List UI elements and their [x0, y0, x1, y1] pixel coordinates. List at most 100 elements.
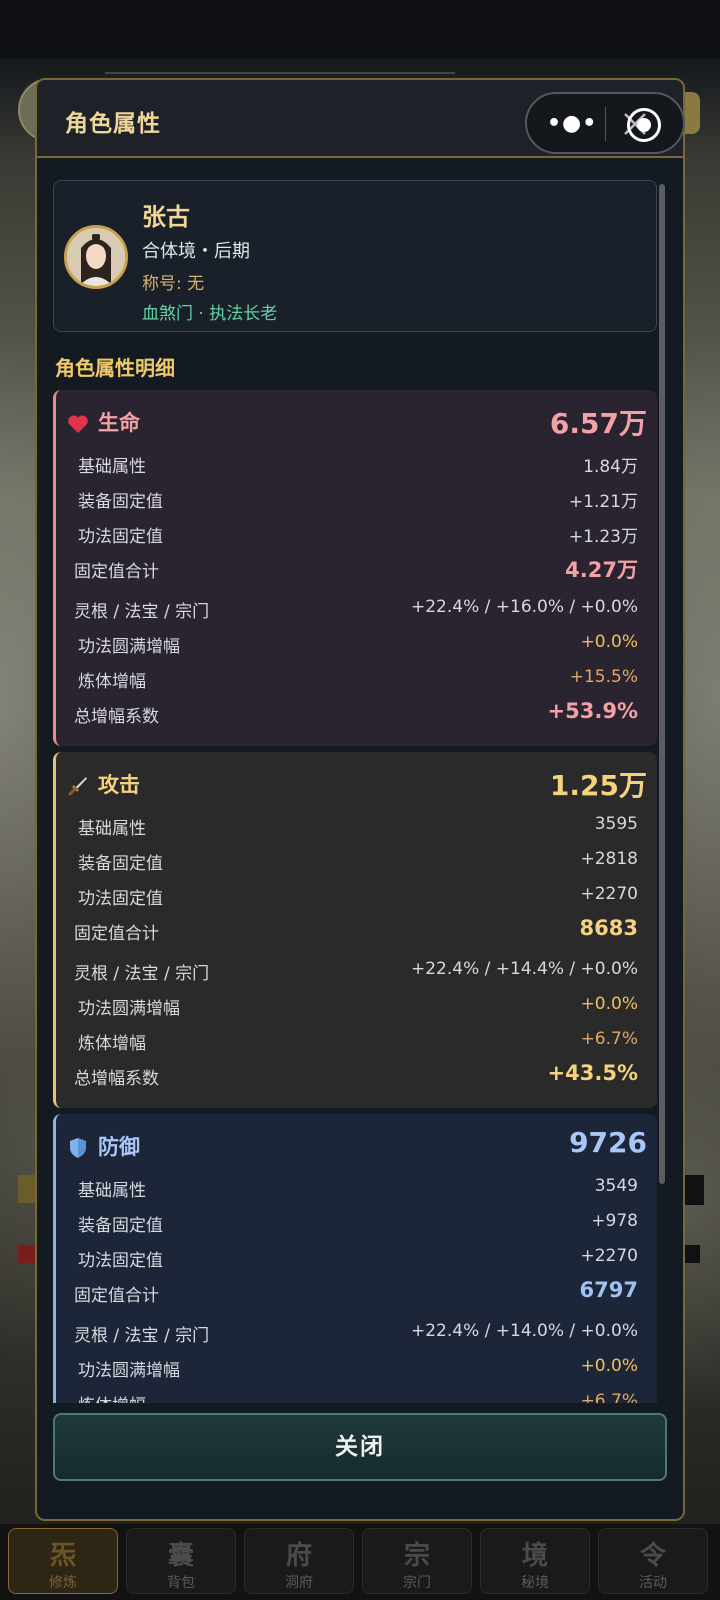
nav-label: 洞府 — [285, 1575, 313, 1591]
nav-label: 秘境 — [521, 1575, 549, 1591]
stat-row-total: 总增幅系数 +43.5% — [56, 1058, 638, 1092]
row-label: 装备固定值 — [78, 492, 163, 512]
background-bar — [684, 1175, 704, 1205]
row-value: +22.4% / +14.0% / +0.0% — [410, 1321, 638, 1341]
row-label: 炼体增幅 — [78, 1034, 146, 1054]
row-value: 6797 — [579, 1278, 638, 1302]
stat-row: 基础属性 1.84万 — [56, 446, 638, 480]
stat-row: 基础属性 3595 — [56, 808, 638, 842]
miniprogram-capsule: •●• — [525, 92, 685, 154]
row-value: 4.27万 — [565, 558, 638, 582]
close-button[interactable]: 关闭 — [53, 1413, 667, 1481]
stat-row: 炼体增幅 +15.5% — [56, 661, 638, 695]
row-value: +1.23万 — [568, 527, 638, 547]
attribute-modal: 角色属性 张古 合体境・后期 称号: 无 血煞门 · 执法长老 角色属性明细 生… — [35, 78, 685, 1521]
nav-glyph: 府 — [285, 1541, 312, 1571]
stat-row: 基础属性 3549 — [56, 1170, 638, 1204]
background-bar — [684, 1245, 700, 1263]
row-value: +22.4% / +16.0% / +0.0% — [410, 597, 638, 617]
stat-label: 攻击 — [98, 773, 140, 797]
row-value: +53.9% — [547, 699, 638, 723]
row-value: 8683 — [579, 916, 638, 940]
nav-glyph: 宗 — [403, 1541, 430, 1571]
row-label: 固定值合计 — [74, 924, 159, 944]
row-value: +2270 — [580, 884, 638, 904]
row-label: 基础属性 — [78, 819, 146, 839]
close-target-icon[interactable] — [627, 108, 661, 142]
row-label: 功法圆满增幅 — [78, 1361, 180, 1381]
row-label: 功法圆满增幅 — [78, 637, 180, 657]
row-label: 基础属性 — [78, 1181, 146, 1201]
nav-label: 背包 — [167, 1575, 195, 1591]
status-bar — [0, 0, 720, 58]
nav-item-activity[interactable]: 令 活动 — [598, 1528, 708, 1594]
nav-label: 宗门 — [403, 1575, 431, 1591]
stat-row-total: 总增幅系数 +53.9% — [56, 696, 638, 730]
stat-row-subtotal: 固定值合计 6797 — [56, 1275, 638, 1309]
row-value: +978 — [591, 1211, 638, 1231]
row-value: +2818 — [580, 849, 638, 869]
stat-row: 装备固定值 +978 — [56, 1205, 638, 1239]
modal-title: 角色属性 — [65, 111, 161, 137]
row-label: 灵根 / 法宝 / 宗门 — [74, 964, 210, 984]
scrollbar[interactable] — [659, 184, 665, 1184]
stat-row: 功法固定值 +1.23万 — [56, 516, 638, 550]
stat-row: 功法圆满增幅 +0.0% — [56, 988, 638, 1022]
row-label: 固定值合计 — [74, 562, 159, 582]
nav-item-cave[interactable]: 府 洞府 — [244, 1528, 354, 1594]
stat-label: 防御 — [98, 1135, 140, 1159]
nav-glyph: 囊 — [167, 1541, 194, 1571]
row-value: 3549 — [594, 1176, 638, 1196]
stat-total: 9726 — [569, 1126, 647, 1159]
nav-item-cultivate[interactable]: 炁 修炼 — [8, 1528, 118, 1594]
row-label: 装备固定值 — [78, 1216, 163, 1236]
nav-item-backpack[interactable]: 囊 背包 — [126, 1528, 236, 1594]
row-value: +2270 — [580, 1246, 638, 1266]
row-label: 总增幅系数 — [74, 707, 159, 727]
stat-row: 功法圆满增幅 +0.0% — [56, 1350, 638, 1384]
row-label: 功法固定值 — [78, 527, 163, 547]
stat-row: 灵根 / 法宝 / 宗门 +22.4% / +14.0% / +0.0% — [56, 1315, 638, 1349]
nav-glyph: 令 — [639, 1541, 666, 1571]
character-name: 张古 — [142, 203, 190, 231]
stat-card-hp: 生命 6.57万 基础属性 1.84万 装备固定值 +1.21万 功法固定值 +… — [53, 390, 657, 746]
row-label: 功法固定值 — [78, 889, 163, 909]
row-label: 功法圆满增幅 — [78, 999, 180, 1019]
capsule-divider — [605, 107, 606, 141]
stat-card-attack: 攻击 1.25万 基础属性 3595 装备固定值 +2818 功法固定值 +22… — [53, 752, 657, 1108]
portrait-icon — [67, 228, 125, 286]
row-label: 装备固定值 — [78, 854, 163, 874]
heart-icon — [68, 415, 88, 433]
nav-item-secret-realm[interactable]: 境 秘境 — [480, 1528, 590, 1594]
detail-heading: 角色属性明细 — [55, 356, 175, 380]
sword-icon — [68, 777, 87, 796]
row-label: 固定值合计 — [74, 1286, 159, 1306]
bottom-nav: 炁 修炼 囊 背包 府 洞府 宗 宗门 境 秘境 令 活动 — [0, 1524, 720, 1600]
character-title: 称号: 无 — [142, 274, 205, 294]
nav-glyph: 境 — [521, 1541, 548, 1571]
row-value: +0.0% — [580, 994, 638, 1014]
stat-row: 装备固定值 +2818 — [56, 843, 638, 877]
stat-row: 装备固定值 +1.21万 — [56, 481, 638, 515]
stat-row: 功法固定值 +2270 — [56, 1240, 638, 1274]
avatar — [64, 225, 128, 289]
nav-glyph: 炁 — [49, 1541, 76, 1571]
row-value: +15.5% — [569, 667, 638, 687]
background-divider — [105, 72, 455, 74]
nav-label: 修炼 — [49, 1575, 77, 1591]
row-label: 灵根 / 法宝 / 宗门 — [74, 1326, 210, 1346]
row-value: 1.84万 — [583, 457, 638, 477]
stat-total: 1.25万 — [549, 769, 647, 802]
more-dots-icon[interactable]: •●• — [547, 111, 597, 136]
stat-row: 炼体增幅 +6.7% — [56, 1023, 638, 1057]
nav-item-sect[interactable]: 宗 宗门 — [362, 1528, 472, 1594]
character-realm: 合体境・后期 — [142, 241, 250, 262]
row-value: +0.0% — [580, 632, 638, 652]
row-label: 功法固定值 — [78, 1251, 163, 1271]
row-label: 总增幅系数 — [74, 1069, 159, 1089]
stat-total: 6.57万 — [549, 407, 647, 440]
row-value: +0.0% — [580, 1356, 638, 1376]
stat-row-subtotal: 固定值合计 8683 — [56, 913, 638, 947]
stat-row: 功法固定值 +2270 — [56, 878, 638, 912]
stat-row-subtotal: 固定值合计 4.27万 — [56, 551, 638, 585]
